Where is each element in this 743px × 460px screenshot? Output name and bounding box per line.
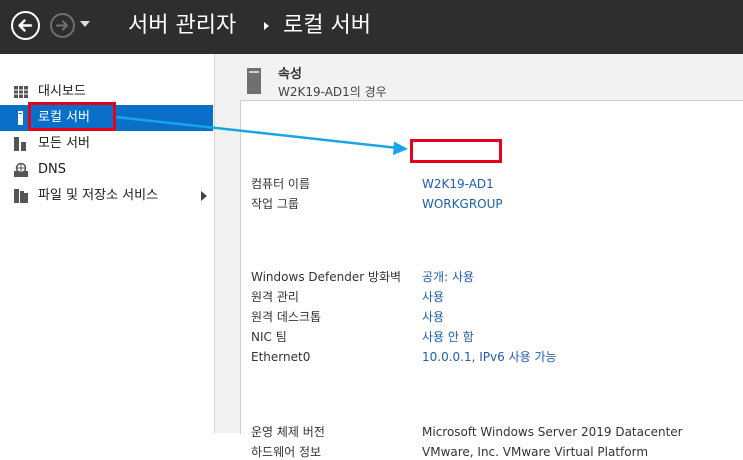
property-label-workgroup: 작업 그룹	[251, 197, 299, 211]
sidebar-item-label: 대시보드	[38, 84, 86, 99]
servers-icon	[14, 137, 26, 151]
history-dropdown-icon[interactable]	[80, 21, 90, 27]
main-content: 속성 W2K19-AD1의 경우 컴퓨터 이름 W2K19-AD1 작업 그룹 …	[215, 54, 743, 459]
sidebar-item-label: 모든 서버	[38, 136, 90, 151]
dns-icon	[14, 162, 28, 177]
breadcrumb-separator-icon	[264, 22, 269, 30]
arrow-right-icon	[55, 20, 69, 31]
dashboard-grid-icon	[14, 86, 28, 98]
sidebar-item-file-storage[interactable]: 파일 및 저장소 서비스	[0, 183, 213, 209]
property-value-remote-desktop[interactable]: 사용	[422, 309, 444, 325]
file-storage-icon	[14, 189, 28, 203]
arrow-left-icon	[18, 19, 33, 32]
forward-button[interactable]	[50, 13, 75, 38]
property-label-nic-teaming: NIC 팀	[251, 330, 287, 344]
highlight-box-workgroup	[410, 139, 502, 163]
sidebar-item-label: 파일 및 저장소 서비스	[38, 188, 159, 203]
back-button[interactable]	[11, 11, 40, 40]
property-label-remote-management: 원격 관리	[251, 290, 299, 304]
highlight-box-local-server	[28, 102, 116, 131]
sidebar-item-label: DNS	[38, 162, 66, 177]
sidebar-item-all-servers[interactable]: 모든 서버	[0, 131, 213, 157]
property-label-os-version: 운영 체제 버전	[251, 425, 325, 439]
expand-chevron-icon[interactable]	[201, 191, 207, 201]
server-icon	[18, 111, 23, 125]
property-value-nic-teaming[interactable]: 사용 안 함	[422, 329, 474, 345]
property-value-remote-management[interactable]: 사용	[422, 289, 444, 305]
property-value-hardware-info: VMware, Inc. VMware Virtual Platform	[422, 445, 649, 459]
property-label-ethernet0: Ethernet0	[251, 350, 311, 364]
breadcrumb-root[interactable]: 서버 관리자	[128, 12, 236, 40]
title-bar: 서버 관리자 로컬 서버	[0, 0, 743, 54]
property-value-firewall[interactable]: 공개: 사용	[422, 269, 474, 285]
sidebar-item-dns[interactable]: DNS	[0, 157, 213, 183]
property-value-workgroup[interactable]: WORKGROUP	[422, 196, 503, 212]
property-label-firewall: Windows Defender 방화벽	[251, 270, 402, 284]
property-label-remote-desktop: 원격 데스크톱	[251, 310, 322, 324]
property-label-computer-name: 컴퓨터 이름	[251, 177, 311, 191]
property-label-hardware-info: 하드웨어 정보	[251, 445, 322, 459]
server-tower-icon	[247, 68, 261, 94]
breadcrumb-current: 로컬 서버	[283, 13, 371, 38]
properties-title: 속성	[278, 67, 302, 82]
property-value-computer-name[interactable]: W2K19-AD1	[422, 176, 494, 192]
property-value-os-version: Microsoft Windows Server 2019 Datacenter	[422, 425, 683, 439]
properties-subtitle: W2K19-AD1의 경우	[278, 85, 387, 99]
property-value-ethernet0[interactable]: 10.0.0.1, IPv6 사용 가능	[422, 349, 557, 365]
